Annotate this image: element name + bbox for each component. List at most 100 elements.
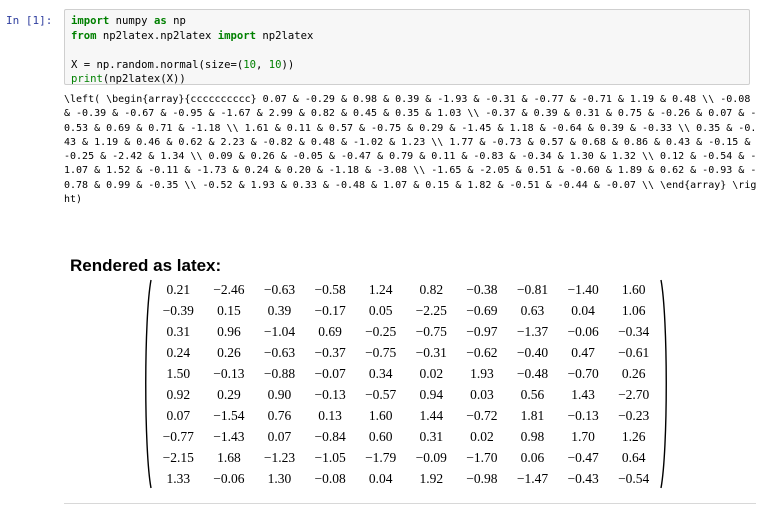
keyword-import: import [217,29,256,42]
matrix-cell: 0.94 [419,387,444,402]
matrix-cell: −0.63 [263,282,296,297]
matrix-cell: −1.04 [263,324,296,339]
matrix-cell: 0.15 [217,303,241,318]
matrix-cell: −0.70 [567,366,599,381]
matrix-cell: −0.57 [365,387,397,402]
matrix-cell: 1.81 [520,408,545,423]
matrix-cell: 0.26 [217,345,241,360]
keyword-as: as [153,15,167,27]
code-token: )) [281,58,295,71]
matrix-cell: −1.40 [567,282,599,297]
matrix-cell: −0.98 [466,471,498,486]
code-cell-input[interactable]: import numpy as np from np2latex.np2late… [64,9,750,85]
matrix-cell: 0.05 [368,303,393,318]
matrix-cell: −0.25 [365,324,397,339]
code-line-1: import numpy as np [71,15,186,27]
matrix-cell: 0.04 [368,471,393,486]
matrix-cell: 0.90 [267,387,292,402]
matrix-cell: 0.02 [470,429,494,444]
matrix-cell: −0.31 [415,345,447,360]
matrix-cell: 1.93 [470,366,494,381]
matrix-cell: 0.07 [267,429,292,444]
matrix-cell: −0.37 [314,345,346,360]
matrix-cell: −2.15 [162,450,194,465]
matrix-cell: 1.60 [621,282,646,297]
matrix-cell: 0.34 [368,366,393,381]
cell-output-text: \left( \begin{array}{cccccccccc} 0.07 & … [64,94,757,206]
code-token: numpy [109,15,154,27]
keyword-from: from [71,29,97,42]
code-line-2: from np2latex.np2latex import np2latex [71,30,313,42]
code-token: np2latex [255,29,314,42]
matrix-cell: 0.26 [621,366,646,381]
number-literal: 10 [268,58,282,71]
matrix-cell: 0.02 [419,366,444,381]
matrix-cell: −0.17 [314,303,346,318]
matrix-cell: 0.29 [217,387,241,402]
matrix-cell: −0.72 [466,408,498,423]
matrix-cell: 0.04 [571,303,595,318]
matrix-cell: −0.06 [213,471,245,486]
matrix-cell: −0.08 [314,471,346,486]
matrix-cell: 0.63 [520,303,545,318]
matrix-cell: 0.76 [267,408,292,423]
matrix-grid: 0.21 −2.46 −0.63 −0.58 1.24 0.82 −0.38 −0.81 −1.… [153,279,659,489]
matrix-cell: −1.23 [263,450,296,465]
matrix-cell: 0.03 [470,387,494,402]
matrix-cell: 0.13 [318,408,342,423]
matrix-cell: −0.40 [516,345,549,360]
matrix-cell: 1.50 [166,366,191,381]
matrix-cell: −0.47 [567,450,599,465]
matrix-cell: −0.62 [466,345,498,360]
matrix-cell: −2.46 [213,282,245,297]
right-parenthesis [660,279,667,489]
rendered-matrix: 0.21 −2.46 −0.63 −0.58 1.24 0.82 −0.38 −0.81 −1.… [143,278,669,490]
matrix-cell: 1.44 [419,408,444,423]
matrix-cell: 0.96 [217,324,241,339]
matrix-cell: 1.33 [166,471,191,486]
matrix-cell: −0.06 [567,324,599,339]
matrix-cell: 1.43 [571,387,595,402]
builtin-print: print [71,73,103,85]
cell-divider [64,503,756,504]
matrix-cell: −0.61 [618,345,650,360]
matrix-cell: −2.70 [618,387,650,402]
code-line-4: X = np.random.normal(size=(10, 10)) [71,59,294,71]
matrix-cell: 1.70 [571,429,595,444]
matrix-cell: −0.07 [314,366,346,381]
rendered-latex-heading: Rendered as latex: [70,256,222,275]
matrix-cell: 0.47 [571,345,595,360]
matrix-cell: −0.88 [263,366,296,381]
code-token: (np2latex(X)) [102,73,186,85]
matrix-cell: 0.24 [166,345,191,360]
matrix-cell: −1.05 [314,450,346,465]
matrix-cell: −0.13 [213,366,245,381]
matrix-cell: −0.39 [162,303,194,318]
matrix-cell: 0.82 [419,282,444,297]
matrix-cell: −0.09 [415,450,447,465]
matrix-cell: −0.43 [567,471,599,486]
matrix-cell: −0.38 [466,282,498,297]
matrix-cell: −0.23 [618,408,650,423]
code-editor[interactable]: import numpy as np from np2latex.np2late… [71,14,743,87]
matrix-cell: 0.60 [368,429,393,444]
matrix-cell: 0.69 [318,324,342,339]
matrix-cell: −0.75 [365,345,397,360]
matrix-cell: −1.47 [516,471,549,486]
input-prompt: In [1]: [6,14,53,27]
matrix-cell: 0.56 [520,387,545,402]
code-token: , [255,58,269,71]
matrix-cell: 0.07 [166,408,191,423]
matrix-cell: 0.31 [419,429,444,444]
matrix-cell: 1.06 [621,303,646,318]
matrix-cell: −0.84 [314,429,346,444]
matrix-cell: −0.63 [263,345,296,360]
matrix-cell: 1.24 [368,282,393,297]
matrix-cell: −0.54 [618,471,650,486]
matrix-cell: 0.64 [621,450,646,465]
matrix-cell: −0.97 [466,324,498,339]
matrix-cell: −1.70 [466,450,498,465]
matrix-cell: −0.48 [516,366,549,381]
matrix-cell: −0.77 [162,429,194,444]
matrix-cell: −0.34 [618,324,650,339]
